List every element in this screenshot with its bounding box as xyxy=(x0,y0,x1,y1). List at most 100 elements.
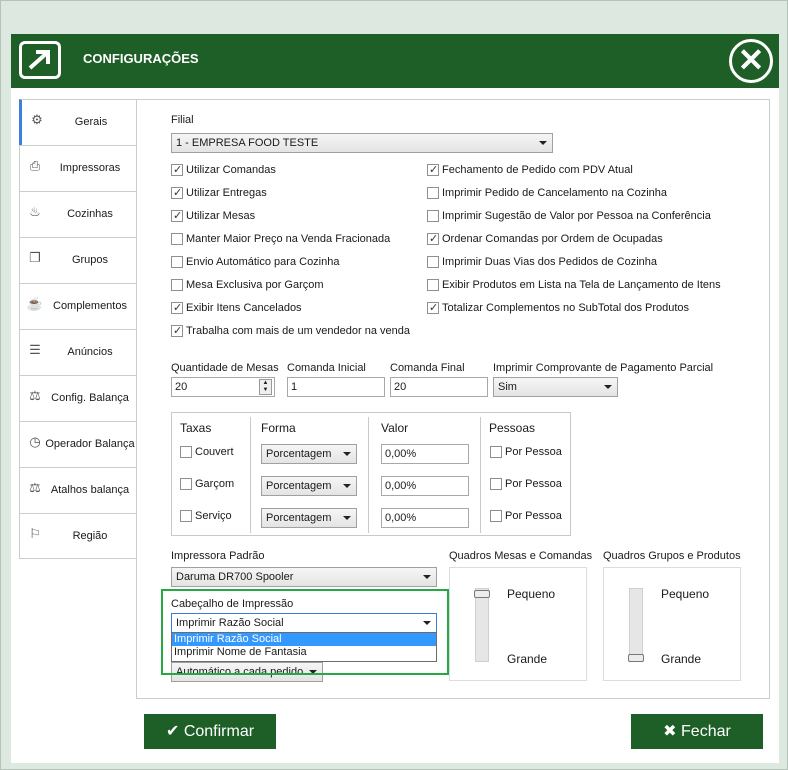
valor-input[interactable]: 0,00% xyxy=(381,508,469,528)
checkbox-box[interactable] xyxy=(171,256,183,268)
taxa-checkbox-2[interactable]: Serviço xyxy=(180,510,232,522)
checkbox-box[interactable] xyxy=(180,510,192,522)
tab-label: Atalhos balança xyxy=(50,484,130,496)
slider-thumb[interactable] xyxy=(628,654,644,662)
quadros-grupos-slider[interactable]: Pequeno Grande xyxy=(603,567,741,681)
checkbox-left-6[interactable]: Exibir Itens Cancelados xyxy=(171,301,302,314)
valor-input[interactable]: 0,00% xyxy=(381,444,469,464)
tab-anuncios[interactable]: ☰ Anúncios xyxy=(19,329,137,375)
tab-complementos[interactable]: ☕ Complementos xyxy=(19,283,137,329)
spinner-icon[interactable]: ▲ ▼ xyxy=(259,379,272,395)
checkbox-box[interactable] xyxy=(490,478,502,490)
tab-atalhos-balanca[interactable]: ⚖ Atalhos balança xyxy=(19,467,137,513)
checkbox-label: Couvert xyxy=(195,446,234,458)
forma-value: Porcentagem xyxy=(266,448,332,460)
forma-select[interactable]: Porcentagem xyxy=(261,508,357,528)
tab-impressoras[interactable]: ⎙ Impressoras xyxy=(19,145,137,191)
checkbox-box[interactable] xyxy=(171,279,183,291)
tab-grupos[interactable]: ❐ Grupos xyxy=(19,237,137,283)
quadros-mesas-slider[interactable]: Pequeno Grande xyxy=(449,567,587,681)
checkbox-label: Ordenar Comandas por Ordem de Ocupadas xyxy=(442,233,663,245)
taxa-checkbox-0[interactable]: Couvert xyxy=(180,446,234,458)
chevron-down-icon xyxy=(604,385,612,389)
tab-gerais[interactable]: ⚙ Gerais xyxy=(19,99,137,145)
fechar-button[interactable]: ✖ Fechar xyxy=(631,714,763,749)
taxas-group: Taxas Forma Valor Pessoas Couvert Porcent… xyxy=(171,412,571,536)
checkbox-box[interactable] xyxy=(427,301,439,314)
impressora-label: Impressora Padrão xyxy=(171,550,265,562)
checkbox-left-2[interactable]: Utilizar Mesas xyxy=(171,209,255,222)
checkbox-box[interactable] xyxy=(490,510,502,522)
checkbox-box[interactable] xyxy=(171,233,183,245)
checkbox-left-4[interactable]: Envio Automático para Cozinha xyxy=(171,256,339,268)
dropdown-option-nome-fantasia[interactable]: Imprimir Nome de Fantasia xyxy=(172,646,436,659)
comanda-final-input[interactable]: 20 xyxy=(390,377,488,397)
quantidade-mesas-input[interactable]: 20 ▲ ▼ xyxy=(171,377,275,397)
pessoa-checkbox-2[interactable]: Por Pessoa xyxy=(490,510,562,522)
checkbox-right-4[interactable]: Imprimir Duas Vias dos Pedidos de Cozinh… xyxy=(427,256,657,268)
checkbox-box[interactable] xyxy=(180,478,192,490)
forma-select[interactable]: Porcentagem xyxy=(261,476,357,496)
checkbox-left-5[interactable]: Mesa Exclusiva por Garçom xyxy=(171,279,324,291)
quadros-mesas-label: Quadros Mesas e Comandas xyxy=(449,550,593,562)
confirmar-button[interactable]: ✔ Confirmar xyxy=(144,714,276,749)
checkbox-label: Mesa Exclusiva por Garçom xyxy=(186,279,324,291)
checkbox-left-1[interactable]: Utilizar Entregas xyxy=(171,186,267,199)
close-icon[interactable]: ✕ xyxy=(729,39,773,83)
checkbox-left-0[interactable]: Utilizar Comandas xyxy=(171,163,276,176)
checkbox-right-6[interactable]: Totalizar Complementos no SubTotal dos P… xyxy=(427,301,689,314)
checkbox-box[interactable] xyxy=(171,186,183,199)
checkbox-box[interactable] xyxy=(427,187,439,199)
content-area: ⚙ Gerais ⎙ Impressoras ♨ Cozinhas ❐ Grupos ☕… xyxy=(11,88,779,763)
checkbox-box[interactable] xyxy=(427,256,439,268)
checkbox-right-5[interactable]: Exibir Produtos em Lista na Tela de Lanç… xyxy=(427,279,721,291)
slider-bottom-label: Grande xyxy=(661,652,702,666)
title-bar: CONFIGURAÇÕES ✕ xyxy=(11,34,779,88)
checkbox-box[interactable] xyxy=(427,210,439,222)
divider xyxy=(480,417,481,533)
checkbox-left-7[interactable]: Trabalha com mais de um vendedor na vend… xyxy=(171,324,410,337)
checkbox-label: Por Pessoa xyxy=(505,478,562,490)
checkbox-box[interactable] xyxy=(427,279,439,291)
pessoa-checkbox-1[interactable]: Por Pessoa xyxy=(490,478,562,490)
checkbox-box[interactable] xyxy=(427,232,439,245)
checkbox-right-1[interactable]: Imprimir Pedido de Cancelamento na Cozin… xyxy=(427,187,667,199)
valor-value: 0,00% xyxy=(385,448,417,460)
pessoa-checkbox-0[interactable]: Por Pessoa xyxy=(490,446,562,458)
checkbox-box[interactable] xyxy=(171,209,183,222)
tab-operador-balanca[interactable]: ◷ Operador Balança xyxy=(19,421,137,467)
app-logo-icon xyxy=(19,41,61,79)
comanda-inicial-input[interactable]: 1 xyxy=(287,377,385,397)
tab-label: Cozinhas xyxy=(67,208,113,220)
comprovante-select[interactable]: Sim xyxy=(493,377,618,397)
checkbox-box[interactable] xyxy=(490,446,502,458)
checkbox-label: Por Pessoa xyxy=(505,446,562,458)
comprovante-value: Sim xyxy=(498,381,517,393)
checkbox-box[interactable] xyxy=(171,301,183,314)
checkbox-label: Exibir Produtos em Lista na Tela de Lanç… xyxy=(442,279,721,291)
checkbox-left-3[interactable]: Manter Maior Preço na Venda Fracionada xyxy=(171,233,390,245)
confirmar-label: Confirmar xyxy=(183,723,255,740)
impressora-select[interactable]: Daruma DR700 Spooler xyxy=(171,567,437,587)
checkbox-box[interactable] xyxy=(427,163,439,176)
forma-select[interactable]: Porcentagem xyxy=(261,444,357,464)
dropdown-option-razao-social[interactable]: Imprimir Razão Social xyxy=(172,633,436,646)
checkbox-right-0[interactable]: Fechamento de Pedido com PDV Atual xyxy=(427,163,633,176)
checkbox-right-3[interactable]: Ordenar Comandas por Ordem de Ocupadas xyxy=(427,232,663,245)
checkbox-label: Serviço xyxy=(195,510,232,522)
checkbox-label: Imprimir Sugestão de Valor por Pessoa na… xyxy=(442,210,711,222)
tab-cozinhas[interactable]: ♨ Cozinhas xyxy=(19,191,137,237)
tab-config-balanca[interactable]: ⚖ Config. Balança xyxy=(19,375,137,421)
tab-regiao[interactable]: ⚐ Região xyxy=(19,513,137,559)
checkbox-label: Por Pessoa xyxy=(505,510,562,522)
checkbox-right-2[interactable]: Imprimir Sugestão de Valor por Pessoa na… xyxy=(427,210,711,222)
valor-input[interactable]: 0,00% xyxy=(381,476,469,496)
slider-thumb[interactable] xyxy=(474,590,490,598)
checkbox-box[interactable] xyxy=(171,324,183,337)
checkbox-box[interactable] xyxy=(171,163,183,176)
taxa-checkbox-1[interactable]: Garçom xyxy=(180,478,234,490)
comanda-final-label: Comanda Final xyxy=(390,362,465,374)
checkbox-box[interactable] xyxy=(180,446,192,458)
filial-select[interactable]: 1 - EMPRESA FOOD TESTE xyxy=(171,133,553,153)
checkbox-label: Utilizar Entregas xyxy=(186,187,267,199)
